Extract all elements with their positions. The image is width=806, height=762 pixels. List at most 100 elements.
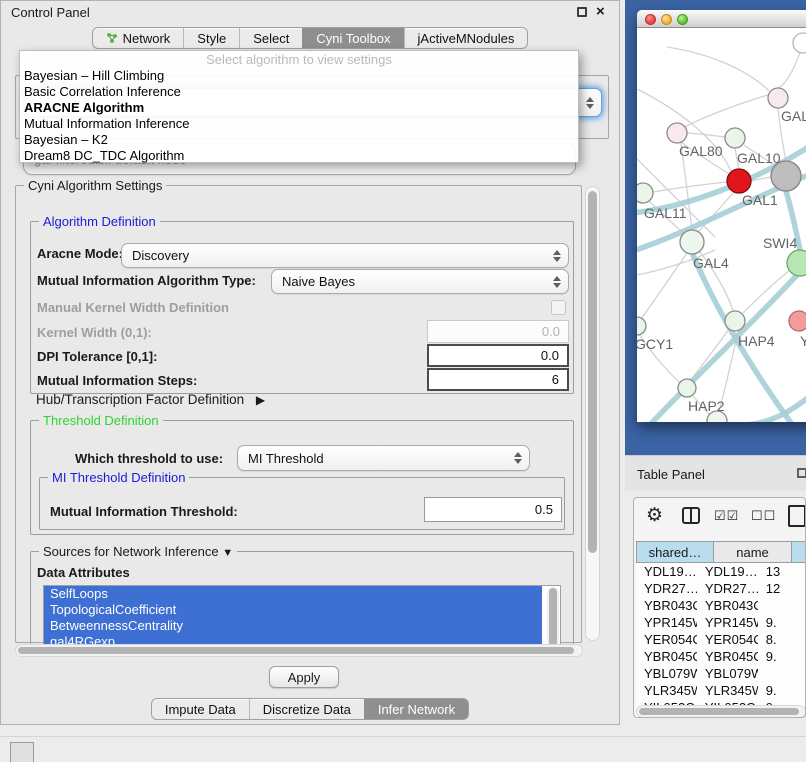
network-graph-canvas[interactable]: GALGAL80GAL10GAL1GAL11GAL4SWI4HAP4YGCY1H… bbox=[637, 29, 806, 422]
node-label: GAL11 bbox=[644, 205, 687, 221]
tab-discretize-data[interactable]: Discretize Data bbox=[249, 699, 364, 719]
mi-steps-field[interactable]: 6 bbox=[427, 368, 569, 391]
table-horizontal-scrollbar[interactable] bbox=[636, 705, 806, 718]
hub-tf-definition-toggle[interactable]: Hub/Transcription Factor Definition ▶ bbox=[36, 392, 265, 408]
table-row[interactable]: YPR145WYPR145W9. bbox=[636, 614, 805, 631]
tab-impute-data[interactable]: Impute Data bbox=[152, 699, 249, 719]
data-attribute-item[interactable]: TopologicalCoefficient bbox=[44, 602, 542, 618]
select-all-checkboxes-icon[interactable]: ☑☑ bbox=[714, 508, 739, 524]
table-row[interactable]: YDL19…YDL19…13 bbox=[636, 563, 805, 580]
aracne-mode-combobox[interactable]: Discovery bbox=[121, 243, 569, 268]
network-edge-highlighted[interactable] bbox=[717, 389, 806, 422]
table-cell: YBR043C bbox=[636, 597, 697, 614]
table-cell: YBL079W bbox=[697, 665, 758, 682]
algorithm-option[interactable]: Dream8 DC_TDC Algorithm bbox=[20, 148, 578, 164]
data-attribute-item[interactable]: SelfLoops bbox=[44, 586, 542, 602]
table-cell: YBR045C bbox=[636, 648, 697, 665]
table-panel-title: Table Panel bbox=[637, 467, 705, 482]
cyni-algorithm-settings-groupbox: Cyni Algorithm Settings Algorithm Defini… bbox=[15, 185, 582, 643]
algorithm-option[interactable]: Bayesian – K2 bbox=[20, 132, 578, 148]
tab-jactivemnodules[interactable]: jActiveMNodules bbox=[404, 28, 528, 48]
algorithm-option[interactable]: Basic Correlation Inference bbox=[20, 84, 578, 100]
table-cell: YBL079W bbox=[636, 665, 697, 682]
tab-cyni-toolbox[interactable]: Cyni Toolbox bbox=[302, 28, 403, 48]
settings-horizontal-scrollbar-thumb[interactable] bbox=[18, 647, 574, 654]
table-row[interactable]: YLR345WYLR345W9. bbox=[636, 682, 805, 699]
table-row[interactable]: YDR27…YDR27…12 bbox=[636, 580, 805, 597]
deselect-all-checkboxes-icon[interactable]: ☐☐ bbox=[751, 508, 776, 524]
mi-algorithm-type-combobox[interactable]: Naive Bayes bbox=[271, 269, 569, 294]
table-cell: YDR27… bbox=[636, 580, 697, 597]
listbox-scrollbar-thumb[interactable] bbox=[549, 588, 557, 646]
table-row[interactable]: YBR043CYBR043C bbox=[636, 597, 805, 614]
network-node-gal11[interactable] bbox=[637, 183, 653, 203]
dpi-tolerance-label: DPI Tolerance [0,1]: bbox=[37, 349, 157, 365]
float-window-icon[interactable] bbox=[577, 7, 587, 17]
data-attribute-item[interactable]: BetweennessCentrality bbox=[44, 618, 542, 634]
manual-kernel-width-checkbox[interactable] bbox=[551, 300, 566, 315]
aracne-mode-label: Aracne Mode: bbox=[37, 246, 123, 262]
algorithm-dropdown-placeholder: Select algorithm to view settings bbox=[20, 51, 578, 68]
network-node[interactable] bbox=[793, 33, 806, 53]
network-edge[interactable] bbox=[691, 329, 729, 380]
mi-threshold-definition-title: MI Threshold Definition bbox=[48, 470, 189, 485]
tab-select[interactable]: Select bbox=[239, 28, 302, 48]
network-edge[interactable] bbox=[685, 95, 768, 127]
mi-threshold-field[interactable]: 0.5 bbox=[424, 497, 562, 522]
network-node-gcy1[interactable] bbox=[637, 317, 646, 335]
network-window-titlebar[interactable] bbox=[637, 10, 806, 28]
new-table-document-icon[interactable] bbox=[788, 505, 806, 527]
settings-horizontal-scrollbar[interactable] bbox=[15, 644, 583, 657]
settings-vertical-scrollbar-thumb[interactable] bbox=[588, 191, 597, 553]
table-panel-float-icon[interactable] bbox=[797, 468, 806, 478]
settings-vertical-scrollbar[interactable] bbox=[585, 186, 600, 641]
listbox-scrollbar[interactable] bbox=[547, 587, 559, 649]
algorithm-option[interactable]: Bayesian – Hill Climbing bbox=[20, 68, 578, 84]
node-label: GAL10 bbox=[737, 150, 781, 166]
table-horizontal-scrollbar-thumb[interactable] bbox=[639, 708, 799, 715]
network-node-gal10[interactable] bbox=[725, 128, 745, 148]
table-cell: YLR345W bbox=[636, 682, 697, 699]
network-node-y[interactable] bbox=[789, 311, 806, 331]
table-row[interactable]: YBL079WYBL079W bbox=[636, 665, 805, 682]
traffic-light-minimize-icon[interactable] bbox=[661, 14, 672, 25]
network-node-gal1[interactable] bbox=[727, 169, 751, 193]
traffic-light-zoom-icon[interactable] bbox=[677, 14, 688, 25]
dpi-tolerance-value: 0.0 bbox=[541, 348, 559, 363]
table-row[interactable]: YBR045CYBR045C9. bbox=[636, 648, 805, 665]
close-panel-icon[interactable]: × bbox=[596, 3, 605, 20]
table-settings-gear-icon[interactable]: ⚙ bbox=[646, 504, 663, 527]
dpi-tolerance-field[interactable]: 0.0 bbox=[427, 344, 569, 367]
table-column-header[interactable] bbox=[792, 541, 806, 563]
network-node-hap2[interactable] bbox=[678, 379, 696, 397]
tab-network[interactable]: Network bbox=[93, 28, 184, 48]
network-edge[interactable] bbox=[641, 253, 687, 319]
combo-stepper-icon bbox=[586, 97, 594, 109]
algorithm-option[interactable]: Mutual Information Inference bbox=[20, 116, 578, 132]
network-node-gal4[interactable] bbox=[680, 230, 704, 254]
network-edge[interactable] bbox=[667, 47, 769, 91]
traffic-light-close-icon[interactable] bbox=[645, 14, 656, 25]
tab-infer-network[interactable]: Infer Network bbox=[364, 699, 468, 719]
sources-title-text: Sources for Network Inference bbox=[43, 544, 219, 559]
table-columns-icon[interactable] bbox=[682, 507, 700, 524]
tab-style[interactable]: Style bbox=[183, 28, 239, 48]
panel-grip-button[interactable] bbox=[10, 742, 34, 762]
table-cell: 9. bbox=[758, 614, 805, 631]
table-column-header[interactable]: name bbox=[714, 541, 792, 563]
network-node-hap4[interactable] bbox=[725, 311, 745, 331]
network-node-swi4[interactable] bbox=[787, 250, 806, 276]
screenshot-root: GALGAL80GAL10GAL1GAL11GAL4SWI4HAP4YGCY1H… bbox=[0, 0, 806, 762]
network-node-gal[interactable] bbox=[768, 88, 788, 108]
which-threshold-combobox[interactable]: MI Threshold bbox=[237, 445, 530, 471]
table-column-header[interactable]: shared… bbox=[636, 541, 714, 563]
table-row[interactable]: YER054CYER054C8. bbox=[636, 631, 805, 648]
algorithm-option[interactable]: ARACNE Algorithm bbox=[20, 100, 578, 116]
data-attributes-listbox[interactable]: SelfLoopsTopologicalCoefficientBetweenne… bbox=[43, 585, 561, 651]
kernel-width-field[interactable]: 0.0 bbox=[427, 320, 569, 343]
sources-title[interactable]: Sources for Network Inference ▼ bbox=[39, 544, 237, 559]
network-view-window[interactable]: GALGAL80GAL10GAL1GAL11GAL4SWI4HAP4YGCY1H… bbox=[637, 10, 806, 422]
table-cell bbox=[758, 597, 805, 614]
apply-button[interactable]: Apply bbox=[269, 666, 339, 688]
network-node-gal80[interactable] bbox=[667, 123, 687, 143]
